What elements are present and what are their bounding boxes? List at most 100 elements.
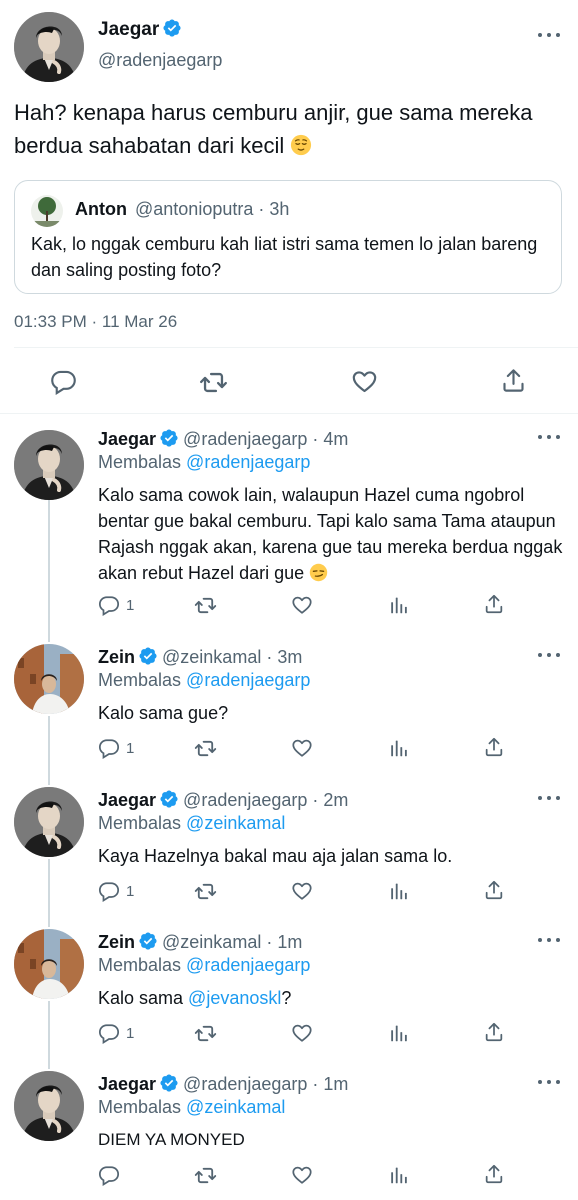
analytics-icon[interactable]: [388, 1022, 410, 1044]
more-options-icon[interactable]: [538, 1077, 560, 1087]
reply-tweet[interactable]: Jaegar @radenjaegarp · 4m Membalas @raden…: [0, 414, 578, 628]
author-name-text: Jaegar: [98, 19, 160, 40]
replying-to-mention[interactable]: @zeinkamal: [186, 813, 285, 833]
reply-count: 1: [126, 596, 135, 614]
replying-to-mention[interactable]: @radenjaegarp: [186, 955, 310, 975]
quoted-tweet-text: Kak, lo nggak cemburu kah liat istri sam…: [31, 234, 538, 280]
tweet-timestamp[interactable]: 01:33 PM · 11 Mar 26: [14, 312, 177, 332]
reply-icon[interactable]: 1: [98, 880, 134, 902]
reply-text: Kalo sama cowok lain, walaupun Hazel cum…: [98, 482, 566, 586]
reply-tweet[interactable]: Jaegar @radenjaegarp · 1m Membalas @zeink…: [0, 1055, 578, 1200]
reply-text-before: Kalo sama: [98, 988, 189, 1008]
more-options-icon[interactable]: [538, 650, 560, 660]
retweet-icon[interactable]: [194, 737, 217, 760]
author-handle[interactable]: @radenjaegarp · 4m: [183, 429, 348, 449]
retweet-icon[interactable]: [194, 1022, 217, 1045]
thread-line: [48, 913, 50, 927]
share-icon[interactable]: [500, 367, 527, 394]
verified-badge-icon: [138, 646, 158, 666]
analytics-icon[interactable]: [388, 737, 410, 759]
replying-label: Membalas: [98, 955, 182, 975]
share-icon[interactable]: [483, 1021, 505, 1043]
replying-to: Membalas @radenjaegarp: [98, 452, 310, 473]
verified-badge-icon: [159, 428, 179, 448]
author-name[interactable]: Jaegar: [98, 790, 156, 810]
more-options-icon[interactable]: [538, 30, 560, 40]
avatar[interactable]: [14, 430, 84, 500]
replying-to-mention[interactable]: @radenjaegarp: [186, 670, 310, 690]
reply-icon[interactable]: 1: [98, 594, 134, 616]
author-handle[interactable]: @zeinkamal · 3m: [162, 647, 302, 667]
analytics-icon[interactable]: [388, 1164, 410, 1186]
reply-icon[interactable]: [50, 368, 77, 395]
reply-tweet[interactable]: Jaegar @radenjaegarp · 2m Membalas @zeink…: [0, 771, 578, 913]
like-icon[interactable]: [351, 368, 378, 395]
like-icon[interactable]: [291, 594, 313, 616]
like-icon[interactable]: [291, 1164, 313, 1186]
quoted-tweet[interactable]: Anton @antonioputra · 3h Kak, lo nggak c…: [14, 180, 562, 294]
reply-header: Zein @zeinkamal · 3m: [98, 646, 302, 668]
more-options-icon[interactable]: [538, 432, 560, 442]
verified-badge-icon: [159, 789, 179, 809]
reply-actions: 1: [0, 880, 578, 906]
avatar[interactable]: [14, 1071, 84, 1141]
quoted-avatar: [31, 195, 63, 227]
more-options-icon[interactable]: [538, 793, 560, 803]
author-handle[interactable]: @radenjaegarp: [98, 50, 222, 71]
author-name[interactable]: Jaegar: [98, 429, 156, 449]
retweet-icon[interactable]: [194, 880, 217, 903]
retweet-icon[interactable]: [199, 368, 228, 397]
author-name[interactable]: Jaegar: [98, 1074, 156, 1094]
verified-badge-icon: [138, 931, 158, 951]
reply-tweet[interactable]: Zein @zeinkamal · 1m Membalas @radenjaega…: [0, 913, 578, 1055]
author-handle[interactable]: @radenjaegarp · 1m: [183, 1074, 348, 1094]
mention-link[interactable]: @jevanoskl: [188, 988, 281, 1008]
author-handle[interactable]: @zeinkamal · 1m: [162, 932, 302, 952]
reply-count: 1: [126, 739, 135, 757]
reply-header: Zein @zeinkamal · 1m: [98, 931, 302, 953]
avatar[interactable]: [14, 12, 84, 82]
author-name[interactable]: Jaegar: [98, 18, 182, 41]
reply-header: Jaegar @radenjaegarp · 4m: [98, 428, 348, 450]
like-icon[interactable]: [291, 1022, 313, 1044]
verified-badge-icon: [162, 18, 182, 38]
reply-text: Kaya Hazelnya bakal mau aja jalan sama l…: [98, 846, 453, 866]
replying-label: Membalas: [98, 452, 182, 472]
reply-actions: 1: [0, 737, 578, 763]
thread-line: [48, 628, 50, 642]
like-icon[interactable]: [291, 880, 313, 902]
avatar[interactable]: [14, 787, 84, 857]
avatar[interactable]: [14, 644, 84, 714]
reply-icon[interactable]: 1: [98, 1022, 134, 1044]
author-name[interactable]: Zein: [98, 932, 135, 952]
reply-text: DIEM YA MONYED: [98, 1130, 245, 1149]
tweet-actions: [0, 364, 578, 400]
share-icon[interactable]: [483, 879, 505, 901]
like-icon[interactable]: [291, 737, 313, 759]
share-icon[interactable]: [483, 593, 505, 615]
analytics-icon[interactable]: [388, 594, 410, 616]
author-name[interactable]: Zein: [98, 647, 135, 667]
replying-to-mention[interactable]: @zeinkamal: [186, 1097, 285, 1117]
avatar[interactable]: [14, 929, 84, 999]
reply-text-body: Kalo sama cowok lain, walaupun Hazel cum…: [98, 485, 563, 583]
replying-label: Membalas: [98, 1097, 182, 1117]
share-icon[interactable]: [483, 736, 505, 758]
reply-header: Jaegar @radenjaegarp · 1m: [98, 1073, 348, 1095]
thread-line: [48, 1055, 50, 1069]
share-icon[interactable]: [483, 1163, 505, 1185]
thread-line: [48, 771, 50, 785]
author-handle[interactable]: @radenjaegarp · 2m: [183, 790, 348, 810]
reply-icon[interactable]: 1: [98, 737, 134, 759]
tweet-text: Hah? kenapa harus cemburu anjir, gue sam…: [14, 96, 564, 162]
more-options-icon[interactable]: [538, 935, 560, 945]
replying-to-mention[interactable]: @radenjaegarp: [186, 452, 310, 472]
replying-label: Membalas: [98, 670, 182, 690]
reply-icon[interactable]: [98, 1164, 126, 1186]
reply-count: 1: [126, 882, 135, 900]
replying-to: Membalas @radenjaegarp: [98, 670, 310, 691]
retweet-icon[interactable]: [194, 594, 217, 617]
analytics-icon[interactable]: [388, 880, 410, 902]
retweet-icon[interactable]: [194, 1164, 217, 1187]
reply-tweet[interactable]: Zein @zeinkamal · 3m Membalas @radenjaega…: [0, 628, 578, 771]
